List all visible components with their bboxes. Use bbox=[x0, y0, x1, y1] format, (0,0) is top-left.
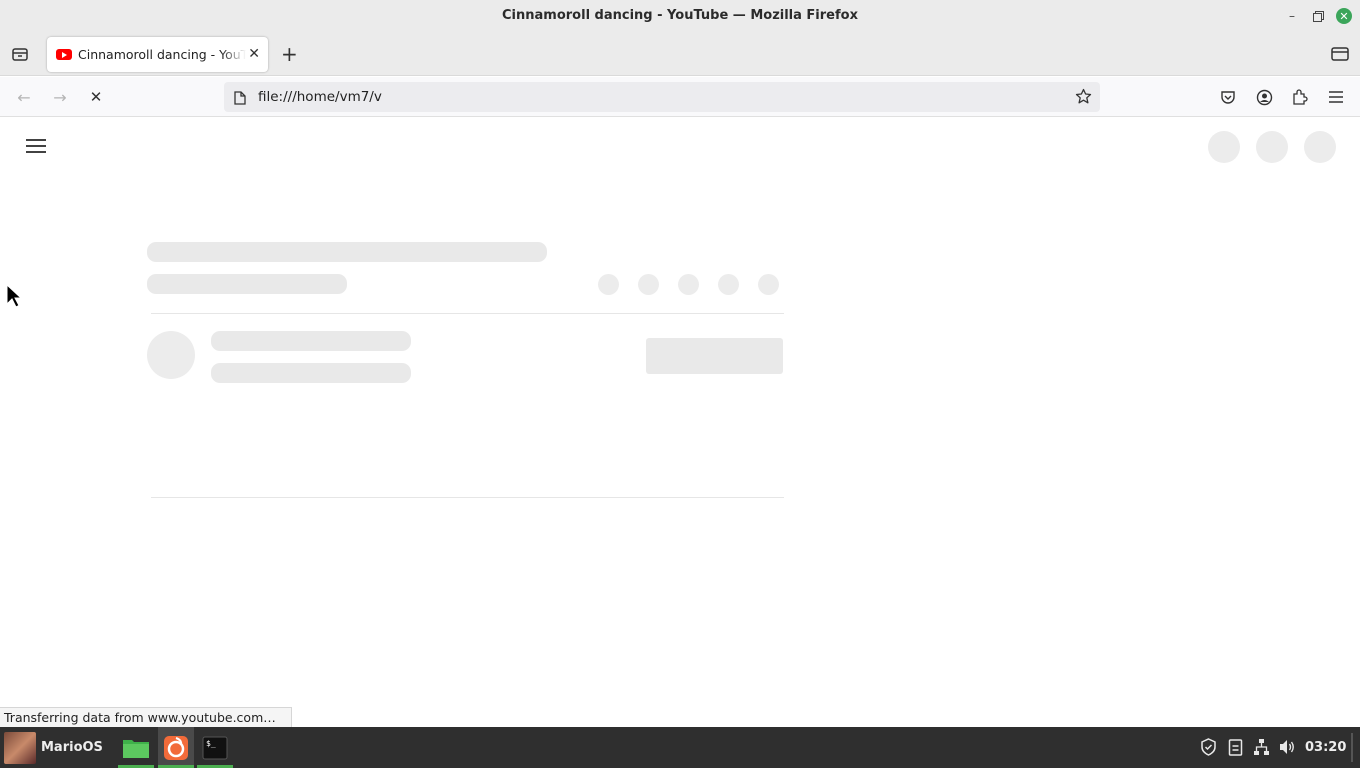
stop-loading-icon[interactable]: ✕ bbox=[85, 86, 107, 108]
volume-icon[interactable] bbox=[1278, 738, 1296, 760]
start-menu-label: MarioOS bbox=[41, 740, 103, 755]
back-arrow-icon[interactable]: ← bbox=[13, 86, 35, 108]
divider bbox=[151, 313, 784, 314]
tab-label: Cinnamoroll dancing - YouTube bbox=[78, 47, 246, 62]
placeholder-action bbox=[758, 274, 779, 295]
guide-menu-icon[interactable] bbox=[26, 138, 46, 158]
status-panel: Transferring data from www.youtube.com… bbox=[0, 707, 292, 727]
skeleton-subtitle bbox=[147, 274, 347, 294]
page-content bbox=[0, 118, 1360, 727]
files-icon[interactable] bbox=[118, 727, 154, 768]
url-text[interactable]: file:///home/vm7/v bbox=[258, 89, 382, 105]
placeholder-action bbox=[598, 274, 619, 295]
list-all-tabs-icon[interactable] bbox=[1331, 46, 1349, 66]
extensions-icon[interactable] bbox=[1289, 86, 1311, 108]
window-titlebar: Cinnamoroll dancing - YouTube — Mozilla … bbox=[0, 0, 1360, 33]
shield-icon[interactable] bbox=[1200, 738, 1217, 760]
account-icon[interactable] bbox=[1253, 86, 1275, 108]
maximize-icon[interactable] bbox=[1310, 8, 1326, 24]
navigation-toolbar: ← → ✕ file:///home/vm7/v bbox=[0, 77, 1360, 117]
placeholder-circle bbox=[1304, 131, 1336, 163]
placeholder-avatar bbox=[147, 331, 195, 379]
page-icon bbox=[234, 90, 246, 109]
taskbar: MarioOS $_ 03:20 bbox=[0, 727, 1360, 768]
skeleton-channel-name bbox=[211, 331, 411, 351]
tab-close-icon[interactable]: ✕ bbox=[248, 46, 260, 62]
network-icon[interactable] bbox=[1253, 738, 1270, 760]
skeleton-subscribe-button bbox=[646, 338, 783, 374]
show-desktop-handle[interactable] bbox=[1351, 733, 1353, 762]
svg-text:$_: $_ bbox=[206, 739, 216, 748]
tab-active[interactable]: Cinnamoroll dancing - YouTube ✕ bbox=[47, 37, 268, 72]
star-icon[interactable] bbox=[1075, 88, 1092, 109]
close-icon[interactable]: ✕ bbox=[1336, 8, 1352, 24]
tab-bar: Cinnamoroll dancing - YouTube ✕ + bbox=[0, 33, 1360, 76]
start-menu-button[interactable]: MarioOS bbox=[0, 727, 103, 768]
placeholder-action bbox=[718, 274, 739, 295]
divider bbox=[151, 497, 784, 498]
firefox-icon[interactable] bbox=[158, 727, 194, 768]
new-tab-button[interactable]: + bbox=[281, 44, 298, 64]
placeholder-action bbox=[638, 274, 659, 295]
mouse-cursor bbox=[6, 283, 23, 312]
skeleton-channel-info bbox=[211, 363, 411, 383]
placeholder-action bbox=[678, 274, 699, 295]
hamburger-menu-icon[interactable] bbox=[1325, 86, 1347, 108]
skeleton-title bbox=[147, 242, 547, 262]
pocket-icon[interactable] bbox=[1217, 86, 1239, 108]
clock[interactable]: 03:20 bbox=[1305, 740, 1346, 755]
window-title: Cinnamoroll dancing - YouTube — Mozilla … bbox=[502, 8, 858, 23]
forward-arrow-icon[interactable]: → bbox=[49, 86, 71, 108]
minimize-icon[interactable]: – bbox=[1284, 8, 1300, 24]
placeholder-circle bbox=[1256, 131, 1288, 163]
placeholder-circle bbox=[1208, 131, 1240, 163]
youtube-icon bbox=[56, 49, 72, 60]
tab-overview-icon[interactable] bbox=[11, 45, 29, 67]
avatar bbox=[4, 731, 36, 764]
url-bar[interactable]: file:///home/vm7/v bbox=[224, 82, 1100, 112]
clipboard-icon[interactable] bbox=[1228, 738, 1243, 760]
terminal-icon[interactable]: $_ bbox=[197, 727, 233, 768]
